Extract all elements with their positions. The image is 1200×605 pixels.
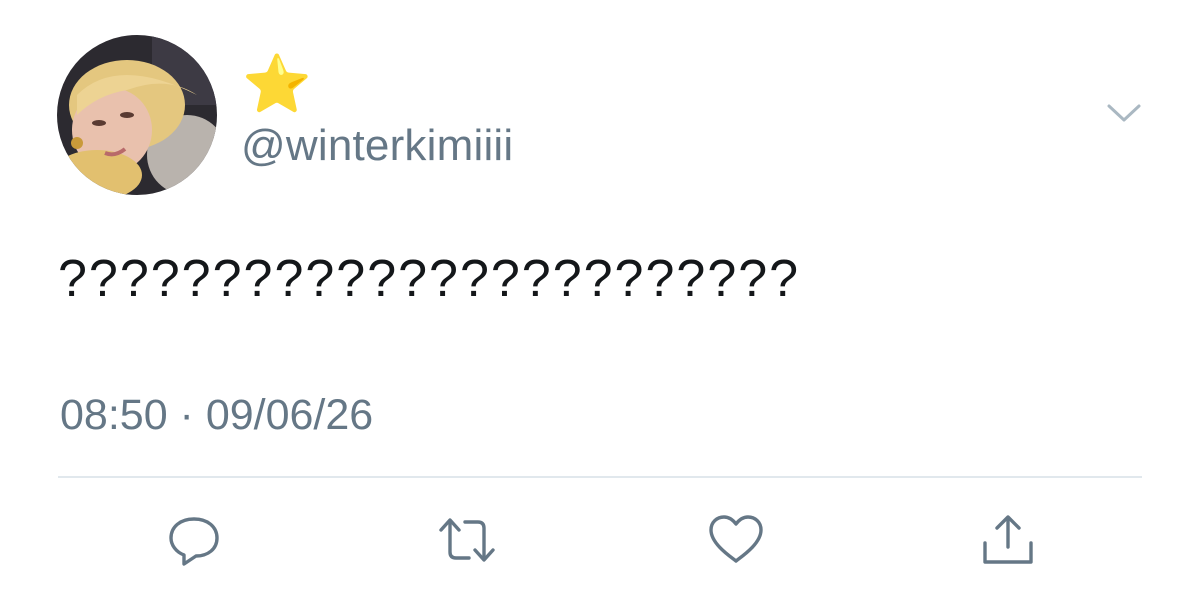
retweet-button[interactable]: [437, 512, 497, 568]
divider: [58, 476, 1142, 478]
timestamp[interactable]: 08:50 · 09/06/26: [60, 389, 373, 441]
like-button[interactable]: [706, 512, 766, 568]
avatar-photo: [57, 35, 217, 195]
user-handle[interactable]: @winterkimiiii: [241, 119, 513, 173]
heart-icon: [709, 515, 763, 563]
display-name[interactable]: ⭐: [242, 52, 312, 116]
avatar[interactable]: [57, 35, 217, 195]
retweet-icon: [439, 518, 495, 562]
chevron-down-icon[interactable]: [1106, 100, 1142, 128]
share-icon: [983, 515, 1033, 564]
share-button[interactable]: [978, 512, 1038, 568]
tweet-text: ????????????????????????: [58, 250, 801, 308]
tweet-detail: ⭐ @winterkimiiii ???????????????????????…: [0, 0, 1200, 605]
reply-button[interactable]: [164, 512, 224, 568]
reply-icon: [169, 517, 219, 566]
